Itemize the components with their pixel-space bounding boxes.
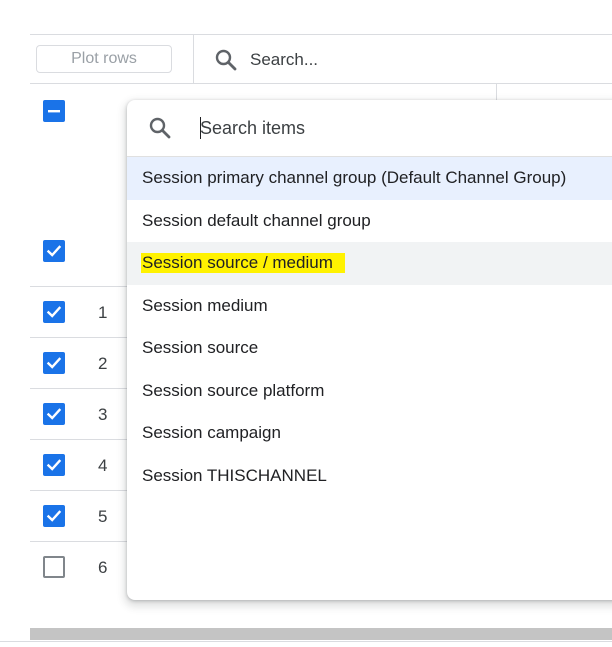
dimension-option-label: Session source platform — [142, 380, 325, 400]
check-icon — [46, 357, 62, 369]
dimension-list: Session primary channel group (Default C… — [127, 157, 612, 497]
row-checkbox[interactable] — [43, 352, 65, 374]
check-icon — [46, 245, 62, 257]
dimension-option-label: Session campaign — [142, 423, 281, 443]
table-search-input[interactable] — [250, 47, 550, 73]
dimension-option[interactable]: Session source / medium — [127, 242, 612, 285]
dimension-option-label: Session medium — [142, 295, 268, 315]
row-divider — [30, 388, 130, 389]
row-number: 5 — [98, 507, 108, 526]
row-number: 3 — [98, 405, 108, 424]
check-icon — [46, 306, 62, 318]
plot-rows-button[interactable]: Plot rows — [36, 45, 172, 73]
row-checkbox[interactable] — [43, 403, 65, 425]
dimension-option[interactable]: Session medium — [127, 285, 612, 328]
row-number: 6 — [98, 558, 108, 577]
horizontal-scrollbar[interactable] — [30, 628, 612, 640]
bottom-divider — [0, 641, 612, 642]
search-icon[interactable] — [214, 48, 238, 72]
check-icon — [46, 459, 62, 471]
row-divider — [30, 541, 130, 542]
dimension-option[interactable]: Session primary channel group (Default C… — [127, 157, 612, 200]
dimension-option-label: Session source — [142, 338, 259, 358]
search-icon — [149, 117, 171, 139]
search-items-input[interactable] — [200, 115, 580, 141]
dimension-option[interactable]: Session THISCHANNEL — [127, 455, 612, 498]
text-cursor — [200, 117, 201, 139]
check-icon — [46, 510, 62, 522]
dimension-option-label: Session THISCHANNEL — [142, 465, 327, 485]
minus-icon — [48, 110, 60, 113]
table-toolbar: Plot rows — [30, 34, 612, 84]
check-icon — [46, 408, 62, 420]
row-number: 4 — [98, 456, 108, 475]
dimension-option[interactable]: Session default channel group — [127, 200, 612, 243]
row-number: 2 — [98, 354, 108, 373]
row-checkbox[interactable] — [43, 505, 65, 527]
dimension-option-label: Session primary channel group (Default C… — [142, 168, 567, 188]
row-checkbox[interactable] — [43, 301, 65, 323]
row-divider — [30, 490, 130, 491]
row-divider — [30, 286, 130, 287]
row-checkbox[interactable] — [43, 454, 65, 476]
header-row-checkbox[interactable] — [43, 240, 65, 262]
dimension-option-label: Session source / medium — [141, 253, 345, 274]
dimension-option[interactable]: Session source — [127, 327, 612, 370]
dimension-option-label: Session default channel group — [142, 210, 371, 230]
toolbar-divider — [193, 35, 194, 84]
row-checkbox[interactable] — [43, 556, 65, 578]
dimension-option[interactable]: Session campaign — [127, 412, 612, 455]
row-number: 1 — [98, 303, 108, 322]
dimension-option[interactable]: Session source platform — [127, 370, 612, 413]
dimension-picker-dropdown: Session primary channel group (Default C… — [127, 100, 612, 600]
row-divider — [30, 439, 130, 440]
select-all-checkbox[interactable] — [43, 100, 65, 122]
row-divider — [30, 337, 130, 338]
